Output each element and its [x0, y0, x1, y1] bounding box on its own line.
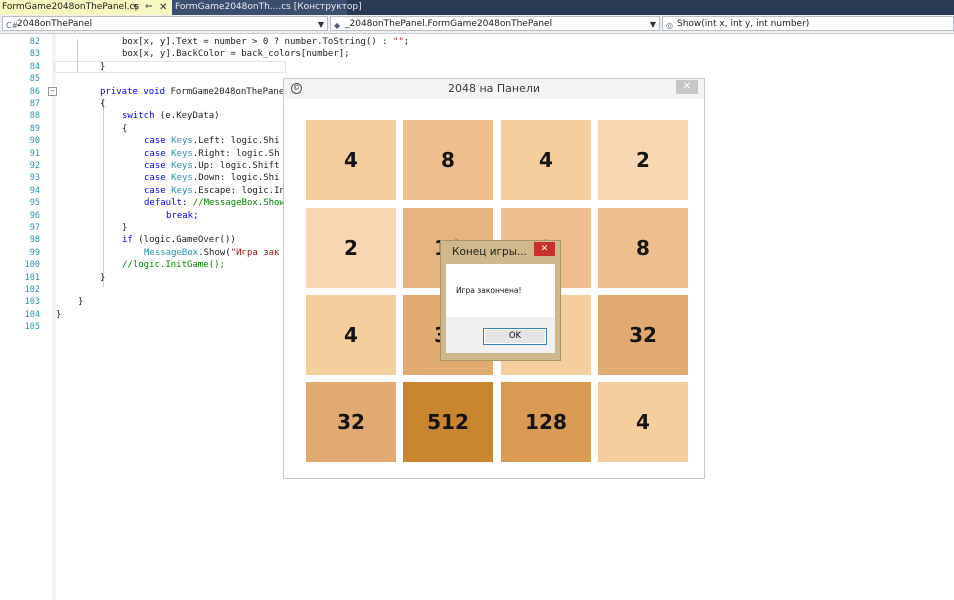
code-line: break;	[166, 210, 199, 221]
tab-label: FormGame2048onTh....cs [Конструктор]	[175, 2, 362, 12]
tile: 512	[403, 382, 493, 462]
tile: 2	[306, 208, 396, 288]
project-name: 2048onThePanel	[17, 19, 93, 29]
line-number: 101	[24, 272, 40, 283]
tab-label: FormGame2048onThePanel.cs	[2, 2, 140, 12]
line-number: 89	[29, 123, 40, 134]
tile: 8	[403, 120, 493, 200]
class-name: _2048onThePanel.FormGame2048onThePanel	[345, 19, 553, 29]
code-line: if (logic.GameOver())	[122, 235, 236, 246]
code-line: {	[122, 123, 128, 134]
line-number: 84	[29, 61, 40, 72]
tile: 4	[306, 120, 396, 200]
line-number: 104	[24, 309, 40, 320]
code-line: }	[100, 272, 106, 283]
line-number: 83	[29, 49, 40, 60]
code-line: }	[78, 297, 84, 308]
method-icon: ◎	[666, 21, 673, 30]
code-line: case Keys.Escape: logic.In	[144, 185, 285, 196]
project-dropdown[interactable]: C# 2048onThePanel ▼	[2, 16, 328, 31]
code-line: default: //MessageBox.Show	[144, 198, 285, 209]
line-number: 93	[29, 173, 40, 184]
tile: 4	[306, 295, 396, 375]
line-number: 90	[29, 136, 40, 147]
code-line: }	[122, 223, 128, 233]
navigation-bar: C# 2048onThePanel ▼ ◆ _2048onThePanel.Fo…	[0, 15, 954, 34]
line-number: 103	[24, 297, 40, 308]
pin-icon[interactable]: ¶	[133, 0, 138, 15]
dialog-message: Игра закончена!	[456, 286, 522, 295]
dialog-title: Конец игры...	[452, 246, 527, 258]
current-line-highlight	[54, 61, 286, 73]
tile: 4	[501, 120, 591, 200]
game-window-title: 2048 на Панели	[447, 82, 541, 95]
member-name: Show(int x, int y, int number)	[677, 19, 810, 29]
game-over-dialog[interactable]: Конец игры... ✕ Игра закончена! OK	[440, 240, 561, 361]
line-number: 92	[29, 161, 40, 171]
line-number: 99	[29, 247, 40, 258]
code-line: box[x, y].Text = number > 0 ? number.ToS…	[122, 37, 410, 47]
tile: 32	[598, 295, 688, 375]
tile: 2	[598, 120, 688, 200]
ok-button[interactable]: OK	[483, 328, 547, 345]
close-icon[interactable]: ✕	[534, 242, 555, 256]
code-line: {	[100, 99, 106, 109]
line-number: 105	[24, 322, 40, 333]
collapse-toggle-icon[interactable]: −	[48, 87, 57, 96]
line-number: 97	[29, 223, 40, 233]
code-line: MessageBox.Show("Игра зак	[144, 247, 280, 258]
line-number: 91	[29, 148, 40, 159]
document-tab-strip: FormGame2048onThePanel.cs ¶ ⇐ ✕ FormGame…	[0, 0, 954, 15]
arrow-icon[interactable]: ⇐	[145, 0, 153, 15]
line-number: 95	[29, 198, 40, 209]
class-dropdown[interactable]: ◆ _2048onThePanel.FormGame2048onThePanel…	[330, 16, 660, 31]
line-number: 87	[29, 99, 40, 109]
tile: 8	[598, 208, 688, 288]
member-dropdown[interactable]: ◎ Show(int x, int y, int number)	[662, 16, 954, 31]
code-line: private void FormGame2048onThePane	[100, 86, 285, 97]
indent-guide	[77, 39, 78, 72]
code-line: box[x, y].BackColor = back_colors[number…	[122, 49, 350, 60]
game-window-titlebar[interactable]: © 2048 на Панели ✕	[284, 79, 704, 99]
line-number: 102	[24, 285, 40, 295]
chevron-down-icon: ▼	[649, 20, 656, 29]
line-number: 100	[24, 260, 40, 271]
code-line: }	[56, 309, 62, 320]
line-number: 98	[29, 235, 40, 246]
tab-formgame-designer[interactable]: FormGame2048onTh....cs [Конструктор]	[172, 0, 362, 15]
close-icon[interactable]: ✕	[676, 80, 698, 94]
line-number: 86	[29, 86, 40, 97]
tile: 128	[501, 382, 591, 462]
tab-formgame-cs[interactable]: FormGame2048onThePanel.cs ¶ ⇐ ✕	[0, 0, 172, 15]
code-line: case Keys.Up: logic.Shift	[144, 161, 280, 171]
code-line: case Keys.Left: logic.Shi	[144, 136, 280, 147]
tile: 4	[598, 382, 688, 462]
close-tab-icon[interactable]: ✕	[159, 0, 167, 15]
code-line: switch (e.KeyData)	[122, 111, 220, 122]
code-line: //logic.InitGame();	[122, 260, 225, 271]
tile: 32	[306, 382, 396, 462]
code-line: case Keys.Down: logic.Shi	[144, 173, 280, 184]
line-number: 94	[29, 185, 40, 196]
line-number: 96	[29, 210, 40, 221]
line-number: 85	[29, 74, 40, 85]
code-line: }	[100, 61, 106, 72]
line-number: 88	[29, 111, 40, 122]
indent-guide	[103, 99, 104, 287]
line-number-gutter: 82 83 84 85 86 87 88 89 90 91 92 93 94 9…	[0, 34, 48, 600]
chevron-down-icon: ▼	[317, 20, 324, 29]
line-number: 82	[29, 37, 40, 47]
dialog-body: Игра закончена!	[446, 264, 555, 317]
class-icon: ◆	[334, 21, 341, 30]
dialog-footer: OK	[446, 317, 555, 353]
code-line: case Keys.Right: logic.Sh	[144, 148, 280, 159]
